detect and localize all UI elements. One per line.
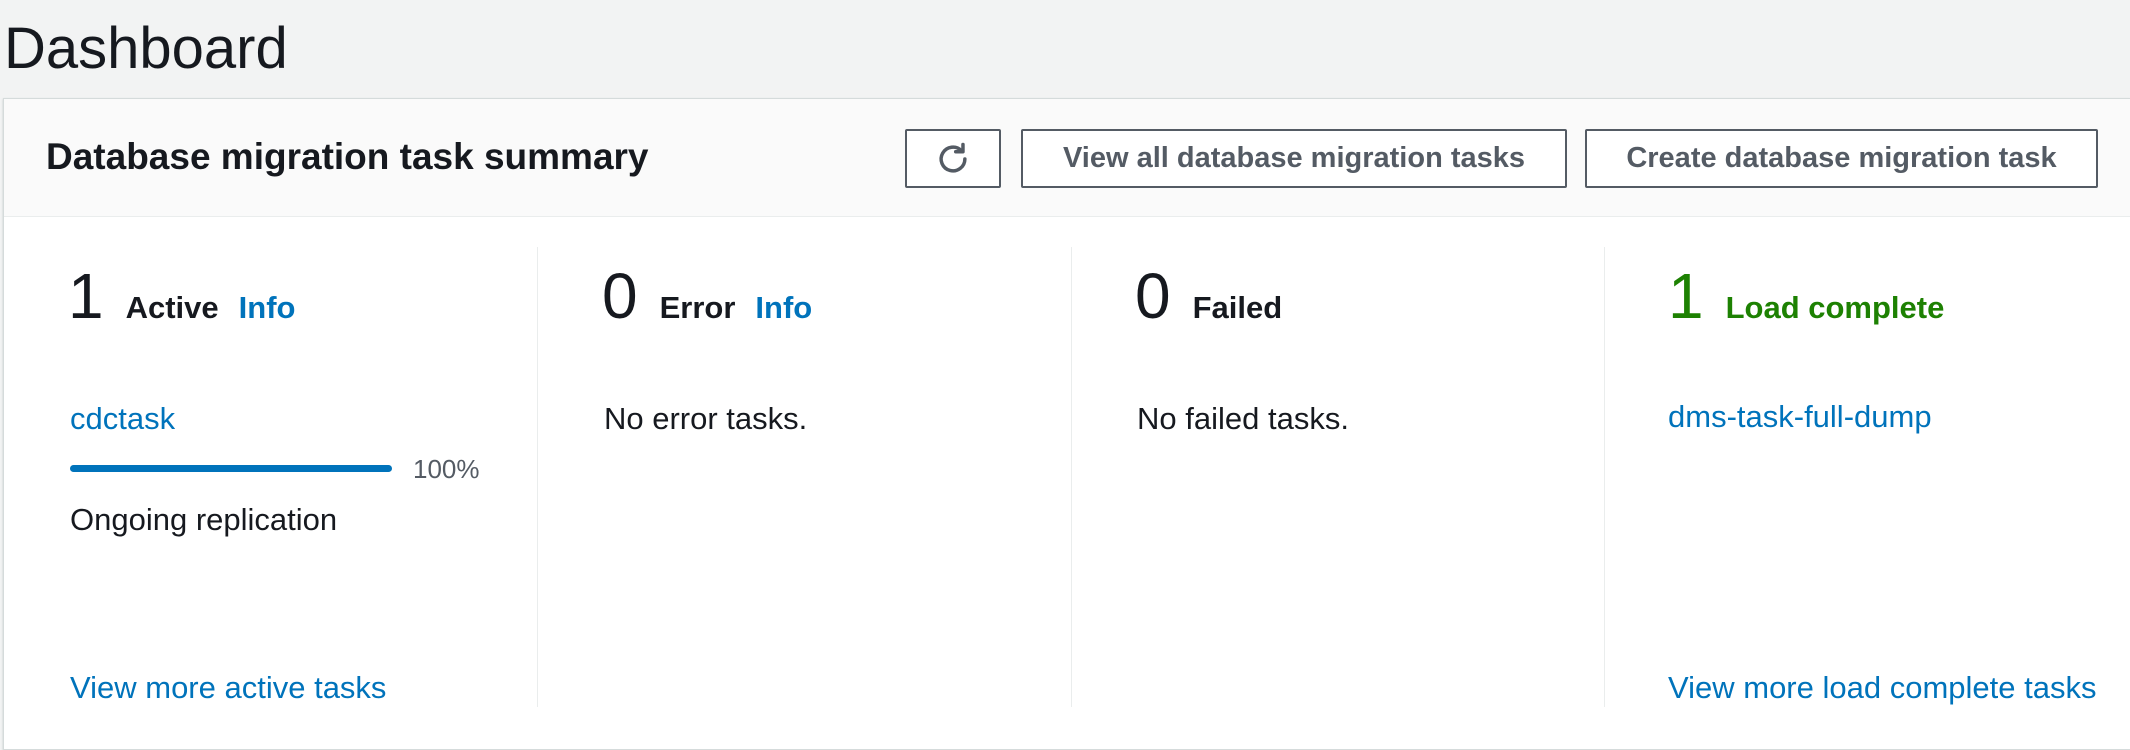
view-more-active-link[interactable]: View more active tasks: [70, 668, 386, 708]
load-complete-label: Load complete: [1725, 290, 1945, 325]
active-column: 1 Active Info cdctask 100% Ongoing repli…: [68, 99, 528, 750]
load-complete-header: 1 Load complete: [1668, 256, 1944, 336]
active-task-progress-bar: [70, 465, 392, 472]
active-task-link[interactable]: cdctask: [70, 399, 175, 439]
active-task-progress-label: 100%: [413, 454, 480, 484]
error-header: 0 Error Info: [602, 256, 812, 336]
error-column: 0 Error Info No error tasks.: [602, 99, 1062, 750]
progress-fill: [70, 465, 392, 472]
failed-column: 0 Failed No failed tasks.: [1135, 99, 1595, 750]
column-divider: [1071, 247, 1072, 707]
load-complete-task-link[interactable]: dms-task-full-dump: [1668, 397, 1932, 437]
active-count: 1: [68, 260, 104, 332]
view-more-load-complete-link[interactable]: View more load complete tasks: [1668, 668, 2096, 708]
load-complete-count: 1: [1668, 260, 1704, 332]
error-info-link[interactable]: Info: [755, 290, 812, 326]
failed-empty-text: No failed tasks.: [1137, 401, 1349, 436]
error-label: Error: [659, 290, 736, 325]
error-count: 0: [602, 260, 638, 332]
column-divider: [1604, 247, 1605, 707]
column-divider: [537, 247, 538, 707]
failed-label: Failed: [1192, 290, 1283, 325]
error-empty-text: No error tasks.: [604, 401, 808, 436]
page-title: Dashboard: [4, 16, 288, 81]
active-info-link[interactable]: Info: [239, 290, 296, 326]
active-task-status: Ongoing replication: [70, 502, 338, 537]
active-header: 1 Active Info: [68, 256, 295, 336]
failed-header: 0 Failed: [1135, 256, 1282, 336]
active-label: Active: [125, 290, 219, 325]
load-complete-column: 1 Load complete dms-task-full-dump View …: [1668, 99, 2128, 750]
task-summary-panel: Database migration task summary View all…: [3, 98, 2130, 750]
failed-count: 0: [1135, 260, 1171, 332]
